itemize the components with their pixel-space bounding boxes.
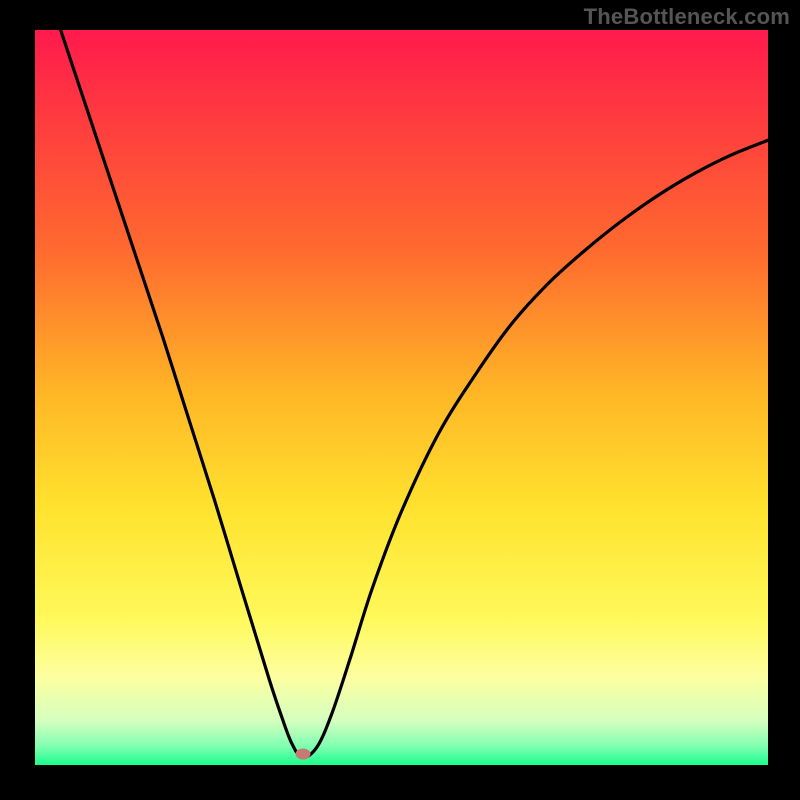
plot-svg <box>35 30 768 765</box>
chart-frame: TheBottleneck.com <box>0 0 800 800</box>
optimal-point-marker <box>295 748 310 759</box>
gradient-background <box>35 30 768 765</box>
watermark-text: TheBottleneck.com <box>584 4 790 30</box>
plot-area <box>35 30 768 765</box>
